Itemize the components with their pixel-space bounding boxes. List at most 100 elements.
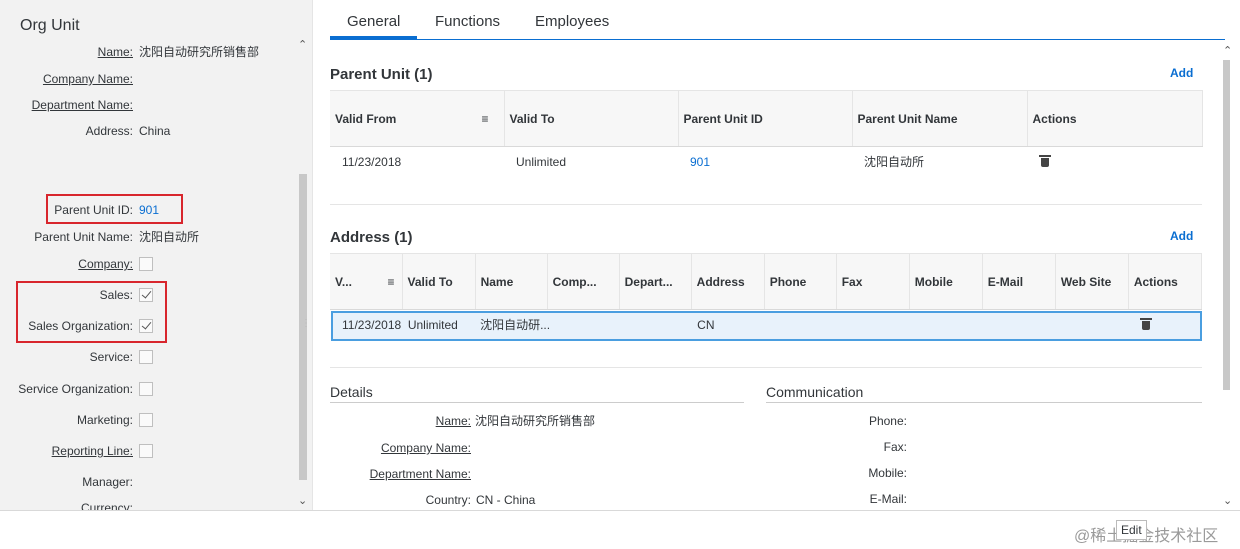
valid-from-cell: 11/23/2018 — [342, 154, 402, 169]
manager-row: Manager: — [0, 472, 290, 492]
column-header[interactable]: V... ≡ — [330, 253, 403, 310]
column-header[interactable]: Valid To — [504, 90, 679, 147]
trash-icon[interactable] — [1140, 317, 1153, 330]
chevron-down-icon[interactable]: ⌄ — [1223, 494, 1232, 507]
address-add-link[interactable]: Add — [1170, 229, 1193, 243]
address-title: Address (1) — [330, 229, 413, 246]
phone-row: Phone: — [766, 412, 907, 430]
valid-from-cell: 11/23/2018 — [342, 317, 402, 332]
column-header[interactable]: Fax — [836, 253, 910, 310]
name-row: Name: 沈阳自动研究所销售部 — [0, 42, 290, 62]
column-header[interactable]: Name — [475, 253, 548, 310]
address-value: China — [139, 124, 171, 138]
service-checkbox[interactable] — [139, 350, 153, 364]
column-header[interactable]: Mobile — [909, 253, 983, 310]
tab-functions[interactable]: Functions — [435, 13, 500, 39]
column-header[interactable]: Comp... — [547, 253, 620, 310]
details-name-label[interactable]: Name: — [436, 412, 471, 430]
company-label[interactable]: Company: — [78, 254, 133, 274]
column-header[interactable]: Valid From ≡ — [330, 90, 505, 147]
column-header[interactable]: E-Mail — [982, 253, 1056, 310]
department-cell — [619, 310, 691, 340]
details-country-label: Country: — [425, 493, 471, 507]
phone-cell — [764, 310, 836, 340]
parent-unit-title: Parent Unit (1) — [330, 66, 433, 83]
company-name-label[interactable]: Company Name: — [43, 69, 133, 89]
parent-unit-id-link[interactable]: 901 — [678, 147, 852, 177]
footer-bar: @稀土掘金技术社区 Edit — [0, 510, 1240, 549]
tab-general[interactable]: General — [330, 13, 418, 39]
sort-icon[interactable]: ≡ — [388, 275, 395, 289]
phone-label: Phone: — [868, 414, 907, 428]
mobile-cell — [909, 310, 982, 340]
manager-label: Manager: — [82, 475, 133, 489]
parent-unit-add-link[interactable]: Add — [1170, 66, 1193, 80]
column-header[interactable]: Depart... — [619, 253, 692, 310]
column-header[interactable]: Valid To — [402, 253, 476, 310]
service-organization-checkbox[interactable] — [139, 382, 153, 396]
email-row: E-Mail: — [766, 490, 907, 508]
parent-unit-name-row: Parent Unit Name: 沈阳自动所 — [0, 227, 290, 247]
email-cell — [982, 310, 1055, 340]
department-name-row: Department Name: — [0, 95, 290, 115]
name-value: 沈阳自动研究所销售部 — [139, 45, 260, 59]
valid-to-cell: Unlimited — [407, 317, 458, 332]
website-cell — [1055, 310, 1128, 340]
sort-icon[interactable]: ≡ — [481, 112, 488, 126]
address-name-cell: 沈阳自动研... — [480, 318, 551, 333]
column-header[interactable]: Phone — [764, 253, 837, 310]
table-row[interactable]: 11/23/2018 Unlimited 沈阳自动研... CN — [330, 310, 1202, 340]
detail-panel: General Functions Employees Parent Unit … — [318, 0, 1240, 510]
marketing-label: Marketing: — [76, 413, 133, 427]
chevron-up-icon[interactable]: ⌃ — [298, 38, 307, 51]
details-title: Details — [330, 384, 373, 400]
edit-button[interactable]: Edit — [1116, 520, 1147, 540]
details-name-value: 沈阳自动研究所销售部 — [475, 414, 596, 428]
splitter-grip-icon[interactable]: ⋮ — [301, 319, 311, 329]
column-header[interactable]: Actions — [1128, 253, 1203, 310]
right-scrollbar[interactable] — [1223, 60, 1230, 390]
trash-icon[interactable] — [1039, 154, 1051, 167]
company-checkbox[interactable] — [139, 257, 153, 271]
company-row: Company: — [0, 254, 290, 274]
divider — [330, 402, 744, 403]
column-header[interactable]: Actions — [1027, 90, 1203, 147]
column-header[interactable]: Web Site — [1055, 253, 1129, 310]
communication-title: Communication — [766, 384, 864, 400]
highlight-box — [46, 194, 183, 224]
chevron-down-icon[interactable]: ⌄ — [298, 494, 307, 507]
chevron-up-icon[interactable]: ⌃ — [1223, 44, 1232, 57]
column-header[interactable]: Parent Unit Name — [852, 90, 1028, 147]
fax-row: Fax: — [766, 438, 907, 456]
service-label: Service: — [89, 350, 133, 364]
valid-to-cell: Unlimited — [516, 154, 567, 169]
address-table: V... ≡ Valid To Name Comp... Depart... Ad… — [330, 253, 1203, 340]
mobile-label: Mobile: — [868, 466, 907, 480]
panel-title: Org Unit — [20, 17, 80, 34]
email-label: E-Mail: — [869, 492, 907, 506]
parent-unit-name-cell: 沈阳自动所 — [864, 155, 925, 170]
department-name-label[interactable]: Department Name: — [32, 95, 133, 115]
reporting-line-checkbox[interactable] — [139, 444, 153, 458]
tab-employees[interactable]: Employees — [535, 13, 609, 39]
tab-bar: General Functions Employees — [330, 0, 1225, 40]
service-row: Service: — [0, 347, 290, 367]
reporting-line-label[interactable]: Reporting Line: — [52, 441, 133, 461]
column-header[interactable]: Parent Unit ID — [678, 90, 853, 147]
table-row[interactable]: 11/23/2018 Unlimited 901 沈阳自动所 — [330, 147, 1202, 177]
actions-cell — [1027, 147, 1202, 177]
table-header-row: Valid From ≡ Valid To Parent Unit ID Pare… — [330, 90, 1203, 147]
parent-unit-name-value: 沈阳自动所 — [139, 230, 200, 244]
marketing-checkbox[interactable] — [139, 413, 153, 427]
column-header[interactable]: Address — [691, 253, 765, 310]
name-label[interactable]: Name: — [98, 42, 133, 62]
details-company-name-label[interactable]: Company Name: — [381, 439, 471, 457]
details-name-row: Name: — [330, 412, 471, 430]
actions-cell — [1128, 310, 1201, 340]
marketing-row: Marketing: — [0, 410, 290, 430]
parent-unit-name-label: Parent Unit Name: — [34, 230, 133, 244]
divider — [766, 402, 1202, 403]
details-department-name-label[interactable]: Department Name: — [370, 465, 471, 483]
address-label: Address: — [85, 124, 133, 138]
reporting-line-row: Reporting Line: — [0, 441, 290, 461]
